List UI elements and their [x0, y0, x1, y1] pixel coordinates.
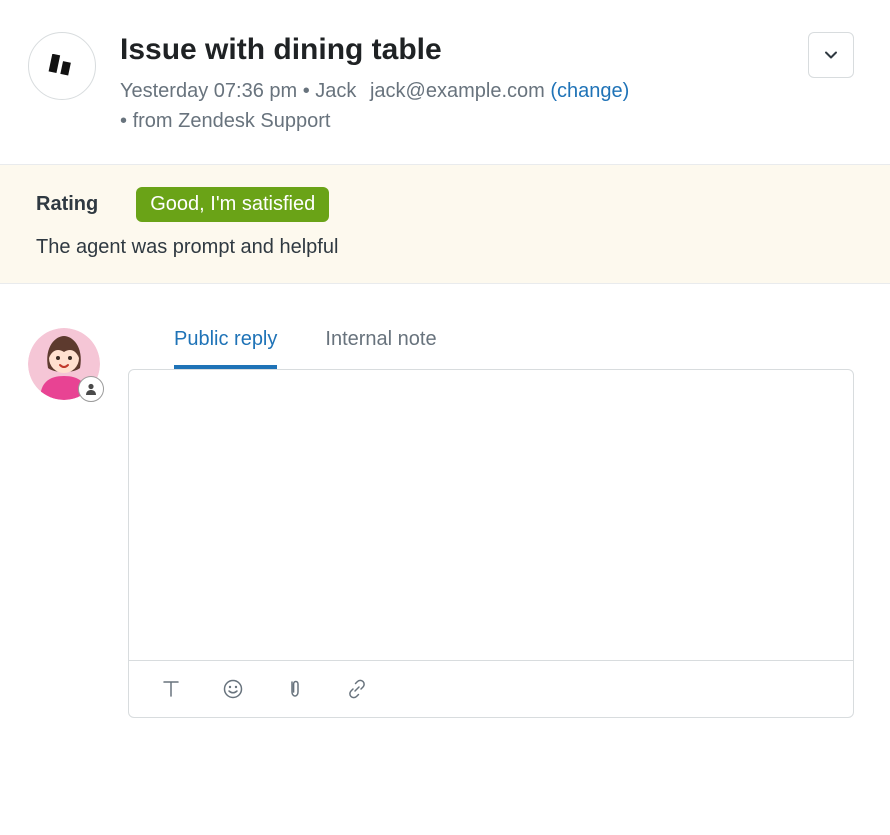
ticket-header: Issue with dining table Yesterday 07:36 … [0, 0, 890, 164]
meta-separator: • [303, 80, 316, 102]
text-format-button[interactable] [157, 675, 185, 703]
paperclip-icon [284, 678, 306, 700]
editor-toolbar [129, 660, 853, 717]
ticket-source-line: • from Zendesk Support [120, 106, 784, 136]
reply-area: Public reply Internal note [0, 284, 890, 718]
rating-row: Rating Good, I'm satisfied [36, 187, 854, 222]
reply-box: Public reply Internal note [128, 328, 854, 718]
attachment-button[interactable] [281, 675, 309, 703]
requester-name: Jack [315, 80, 356, 102]
rating-badge: Good, I'm satisfied [136, 187, 329, 222]
person-icon [84, 382, 98, 396]
emoji-button[interactable] [219, 675, 247, 703]
emoji-icon [222, 678, 244, 700]
reply-tabs: Public reply Internal note [128, 328, 854, 369]
text-format-icon [160, 678, 182, 700]
editor-frame [128, 369, 854, 718]
tab-internal-note[interactable]: Internal note [325, 328, 436, 369]
agent-avatar [28, 328, 100, 400]
link-button[interactable] [343, 675, 371, 703]
tab-public-reply[interactable]: Public reply [174, 328, 277, 369]
ticket-source: from Zendesk Support [133, 110, 331, 132]
requester-avatar [28, 32, 96, 100]
change-requester-link[interactable]: (change) [550, 80, 629, 102]
title-block: Issue with dining table Yesterday 07:36 … [120, 32, 784, 136]
meta-separator: • [120, 110, 133, 132]
timestamp: Yesterday 07:36 pm [120, 80, 297, 102]
link-icon [346, 678, 368, 700]
ticket-title: Issue with dining table [120, 32, 784, 68]
ticket-meta: Yesterday 07:36 pm • Jack jack@example.c… [120, 76, 784, 106]
chevron-down-icon [824, 48, 838, 62]
rating-comment: The agent was prompt and helpful [36, 236, 854, 259]
ticket-actions-dropdown[interactable] [808, 32, 854, 78]
zendesk-logo-icon [48, 54, 76, 78]
rating-label: Rating [36, 193, 98, 216]
rating-section: Rating Good, I'm satisfied The agent was… [0, 164, 890, 284]
reply-textarea[interactable] [129, 370, 853, 660]
requester-email: jack@example.com [370, 80, 545, 102]
agent-badge [78, 376, 104, 402]
